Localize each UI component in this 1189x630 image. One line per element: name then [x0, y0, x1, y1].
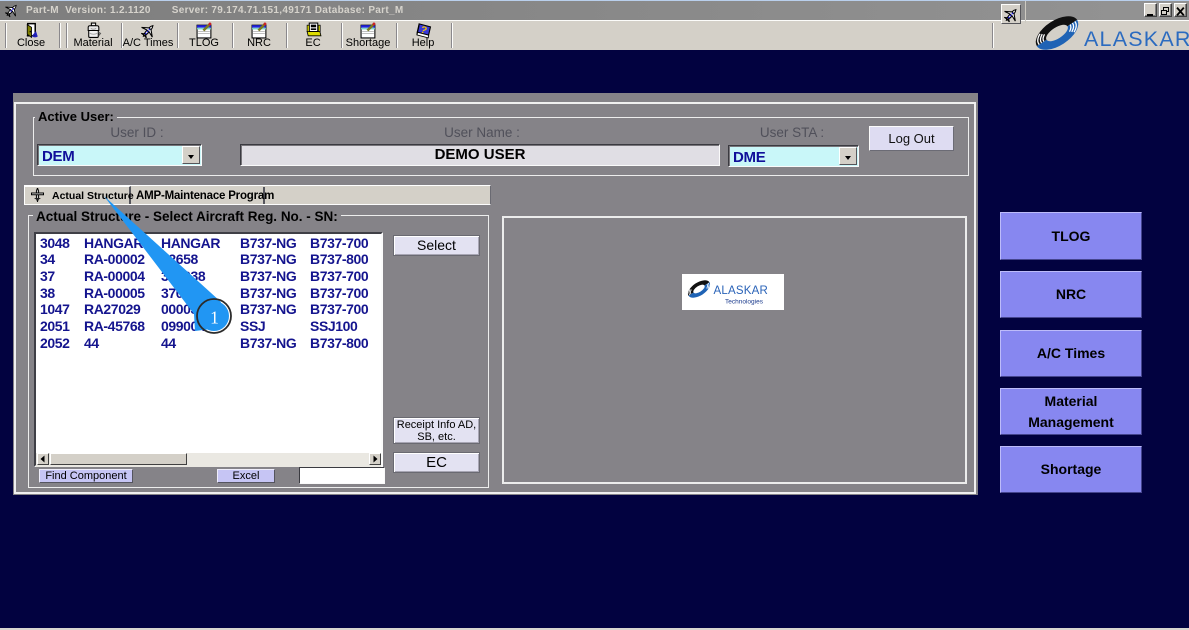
svg-text:1: 1	[210, 308, 219, 328]
